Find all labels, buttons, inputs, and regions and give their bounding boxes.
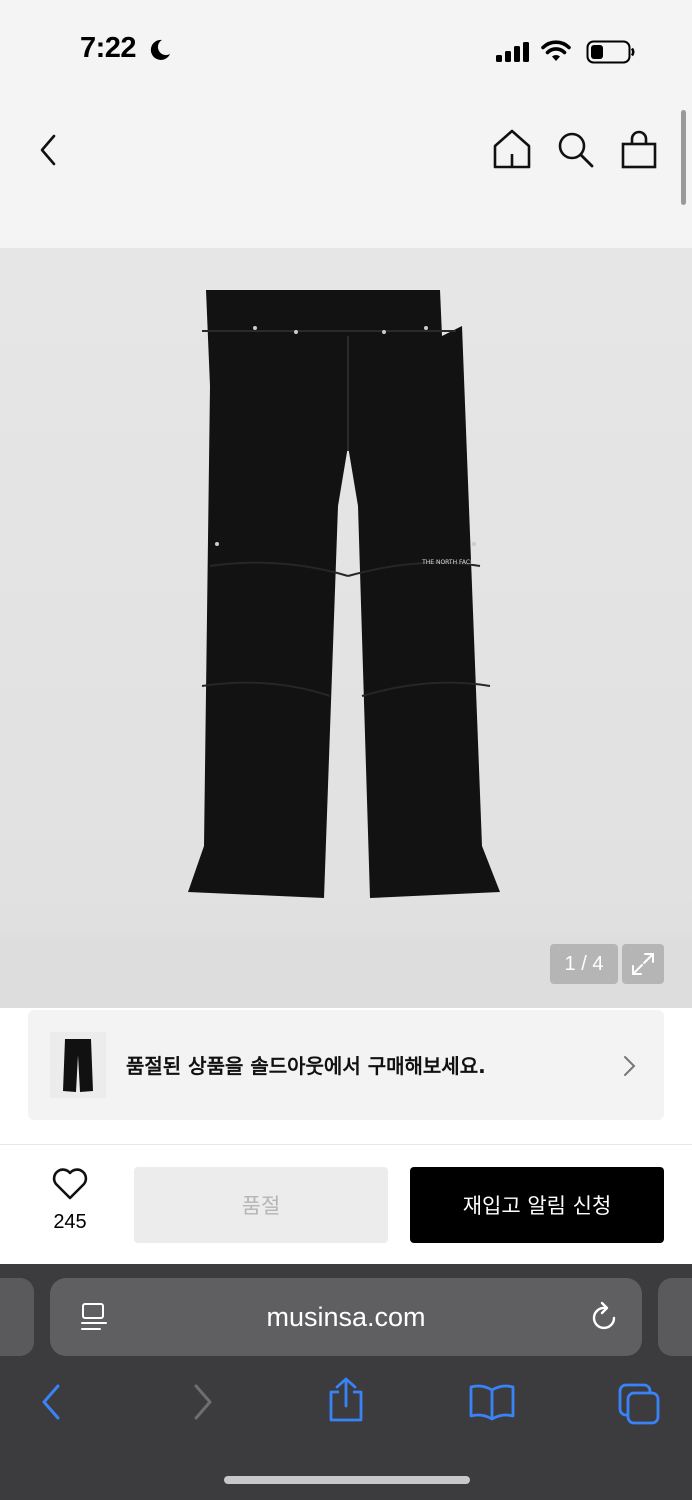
soldout-banner[interactable]: 품절된 상품을 솔드아웃에서 구매해보세요. [28,1010,664,1120]
forward-icon[interactable] [188,1382,216,1422]
back-icon[interactable] [38,1382,66,1422]
buy-bar: 245 품절 재입고 알림 신청 [0,1144,692,1264]
svg-text:THE NORTH FACE: THE NORTH FACE [421,559,474,566]
signal-icon [496,42,529,62]
like-button[interactable]: 245 [30,1167,110,1247]
banner-thumbnail [50,1032,106,1098]
status-time: 7:22 [80,32,137,64]
product-photo: THE NORTH FACE [188,290,500,898]
status-bar: 7:22 [0,0,692,100]
product-image-gallery[interactable]: THE NORTH FACE 1 / 4 [0,248,692,1008]
wifi-icon [541,40,571,61]
scroll-indicator [681,110,686,205]
restock-alert-button[interactable]: 재입고 알림 신청 [410,1167,664,1243]
chevron-right-icon [624,1056,636,1076]
address-bar[interactable]: musinsa.com [50,1278,642,1356]
top-nav [0,100,692,248]
partially-hidden-text [30,1132,450,1144]
previous-tab-preview[interactable] [0,1278,34,1356]
moon-icon [150,39,170,60]
bag-icon[interactable] [620,130,658,170]
soldout-button: 품절 [134,1167,388,1243]
browser-toolbar: musinsa.com [0,1264,692,1500]
battery-icon [586,40,635,64]
banner-text: 품절된 상품을 솔드아웃에서 구매해보세요. [126,1054,486,1078]
search-icon[interactable] [556,130,596,170]
image-counter: 1 / 4 [550,944,618,984]
home-icon[interactable] [492,128,532,170]
tabs-icon[interactable] [616,1382,662,1426]
bookmarks-icon[interactable] [468,1382,516,1422]
back-icon[interactable] [34,130,66,170]
like-count: 245 [53,1211,87,1233]
heart-icon [52,1168,88,1200]
expand-icon [632,953,654,975]
reload-icon[interactable] [590,1300,620,1332]
expand-button[interactable] [622,944,664,984]
url-text: musinsa.com [266,1302,426,1332]
share-icon[interactable] [326,1376,366,1424]
home-indicator [224,1476,470,1484]
next-tab-preview[interactable] [658,1278,692,1356]
